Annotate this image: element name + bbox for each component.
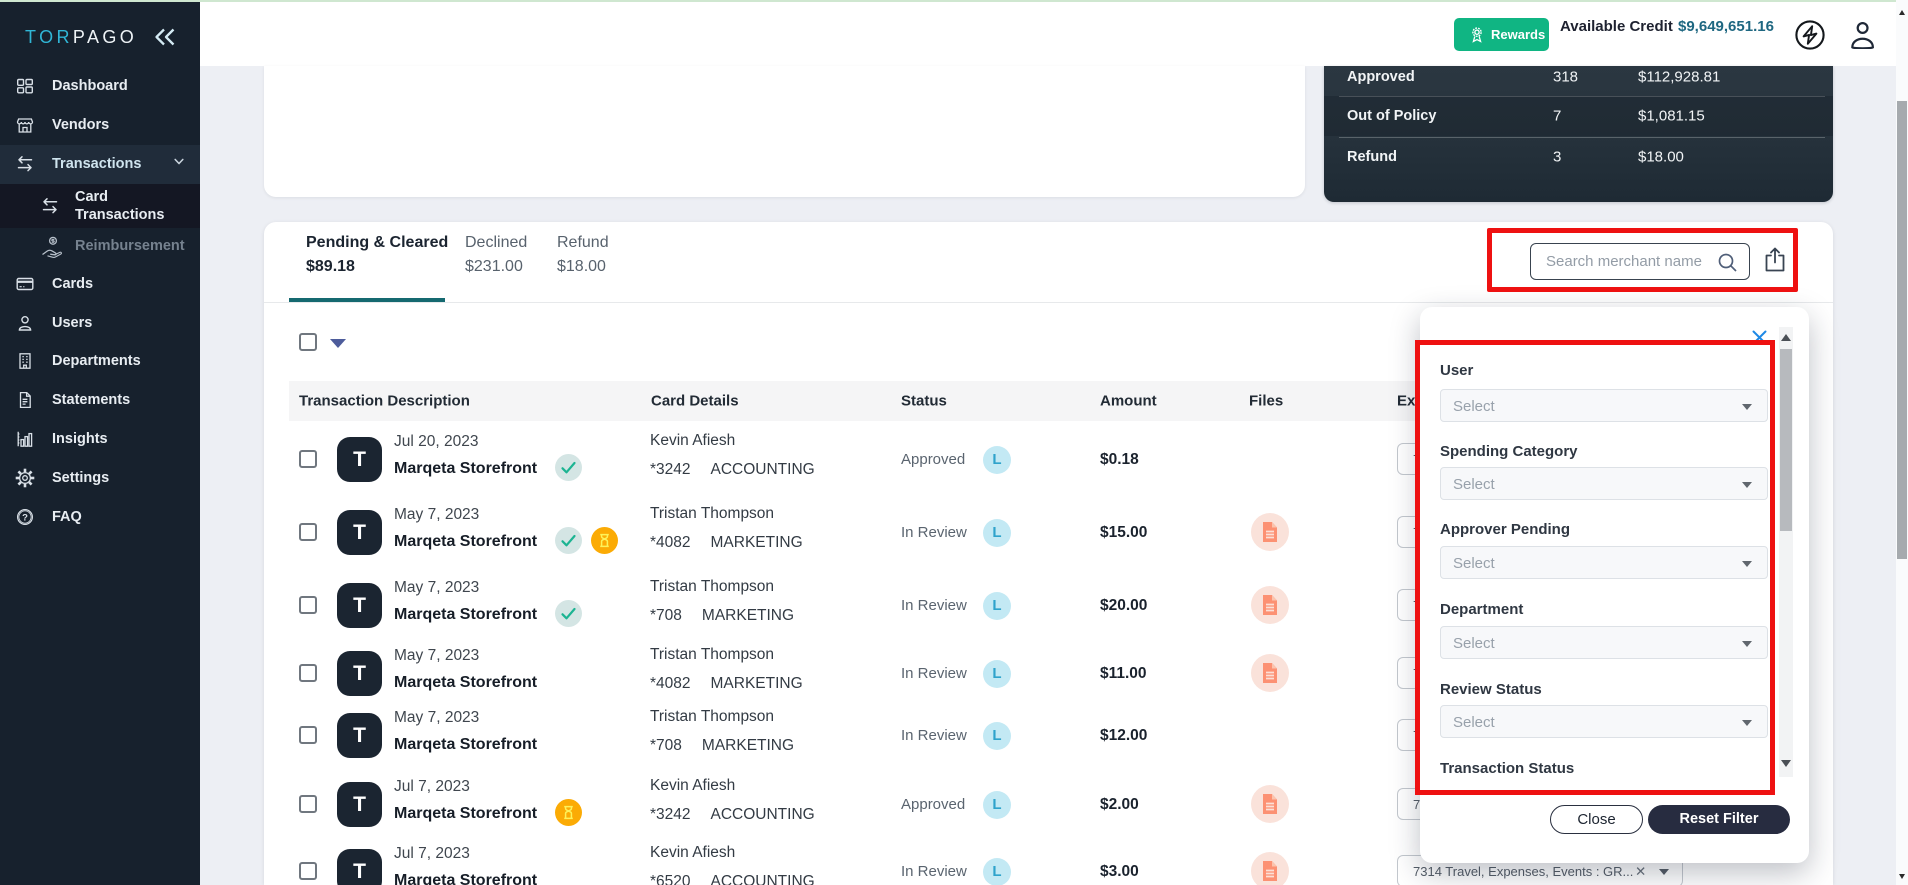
svg-text:?: ? bbox=[22, 512, 28, 523]
